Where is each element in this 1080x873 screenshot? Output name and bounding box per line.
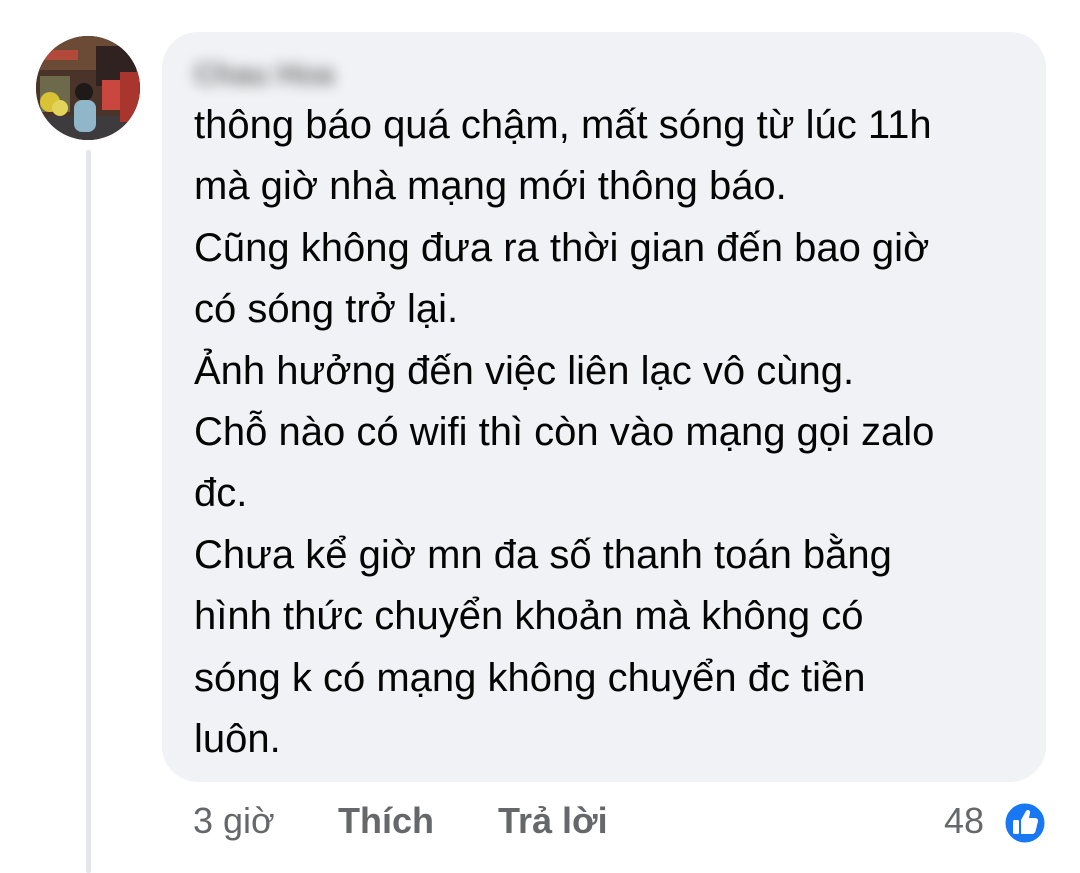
thumbs-up-icon[interactable]	[1002, 800, 1048, 846]
comment-line: đc.	[194, 471, 248, 516]
comment-text: thông báo quá chậm, mất sóng từ lúc 11h …	[194, 95, 1024, 770]
comment-line: Cũng không đưa ra thời gian đến bao giờ	[194, 225, 930, 270]
comment-line: Ảnh hưởng đến việc liên lạc vô cùng.	[194, 348, 855, 393]
author-name[interactable]: Chau Hoa	[194, 58, 394, 90]
reply-button[interactable]: Trả lời	[498, 800, 608, 842]
avatar[interactable]	[36, 36, 140, 140]
like-button[interactable]: Thích	[338, 800, 434, 842]
comment-line: sóng k có mạng không chuyển đc tiền	[194, 655, 866, 700]
comment-line: có sóng trở lại.	[194, 287, 459, 332]
comment-line: thông báo quá chậm, mất sóng từ lúc 11h	[194, 103, 932, 147]
comment-line: mà giờ nhà mạng mới thông báo.	[194, 164, 787, 209]
avatar-photo	[36, 36, 140, 140]
comment-line: hình thức chuyển khoản mà không có	[194, 594, 864, 639]
comment-screen: Chau Hoa thông báo quá chậm, mất sóng từ…	[0, 0, 1080, 873]
reaction-count[interactable]: 48	[944, 800, 984, 842]
comment-line: luôn.	[194, 717, 281, 762]
comment-timestamp[interactable]: 3 giờ	[193, 800, 275, 842]
comment-line: Chỗ nào có wifi thì còn vào mạng gọi zal…	[194, 410, 935, 455]
comment-line: Chưa kể giờ mn đa số thanh toán bằng	[194, 532, 892, 577]
reply-thread-line	[86, 150, 91, 873]
